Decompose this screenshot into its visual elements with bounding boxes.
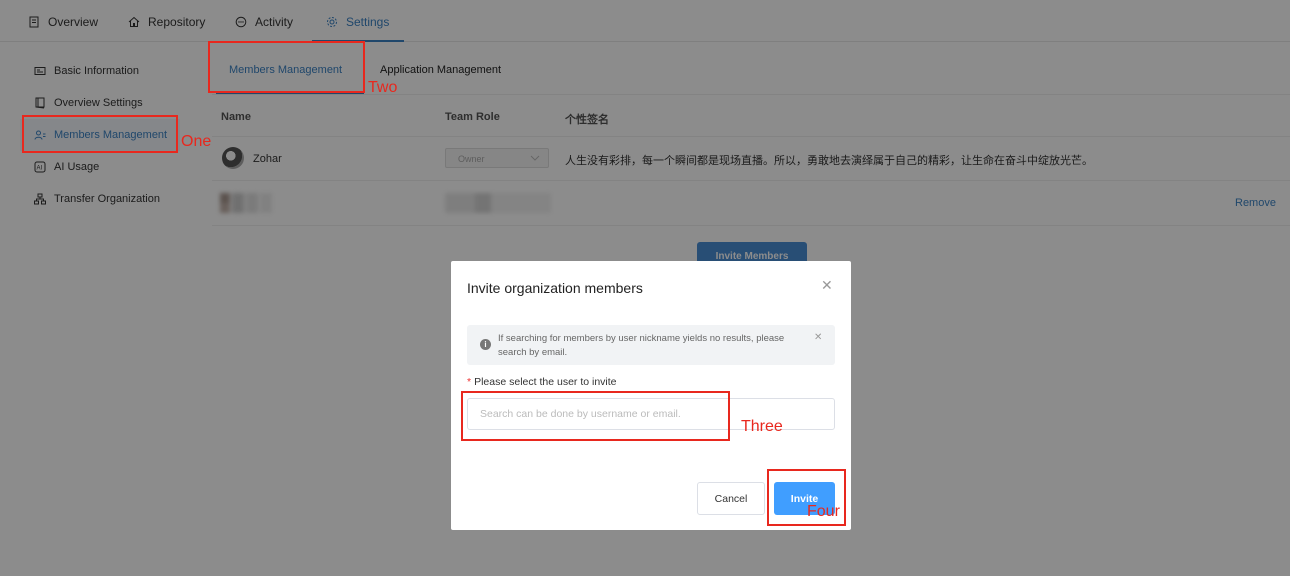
alert-message: If searching for members by user nicknam… <box>498 333 785 358</box>
annotation-box-three <box>461 391 730 441</box>
annotation-box-two <box>208 41 365 93</box>
cancel-button[interactable]: Cancel <box>697 482 765 515</box>
alert-close-icon[interactable]: ✕ <box>814 332 822 343</box>
dialog-title: Invite organization members <box>467 280 643 296</box>
required-mark: * <box>467 376 472 388</box>
user-field-label: * Please select the user to invite <box>467 376 617 388</box>
annotation-label-two: Two <box>368 79 398 96</box>
user-field-label-text: Please select the user to invite <box>474 376 617 388</box>
annotation-box-one <box>22 115 178 153</box>
info-icon: i <box>480 339 491 350</box>
close-icon[interactable]: ✕ <box>821 277 833 294</box>
annotation-label-one: One <box>181 133 212 150</box>
annotation-label-three: Three <box>741 418 783 435</box>
info-alert: i If searching for members by user nickn… <box>467 325 835 365</box>
annotation-label-four: Four <box>807 503 840 520</box>
